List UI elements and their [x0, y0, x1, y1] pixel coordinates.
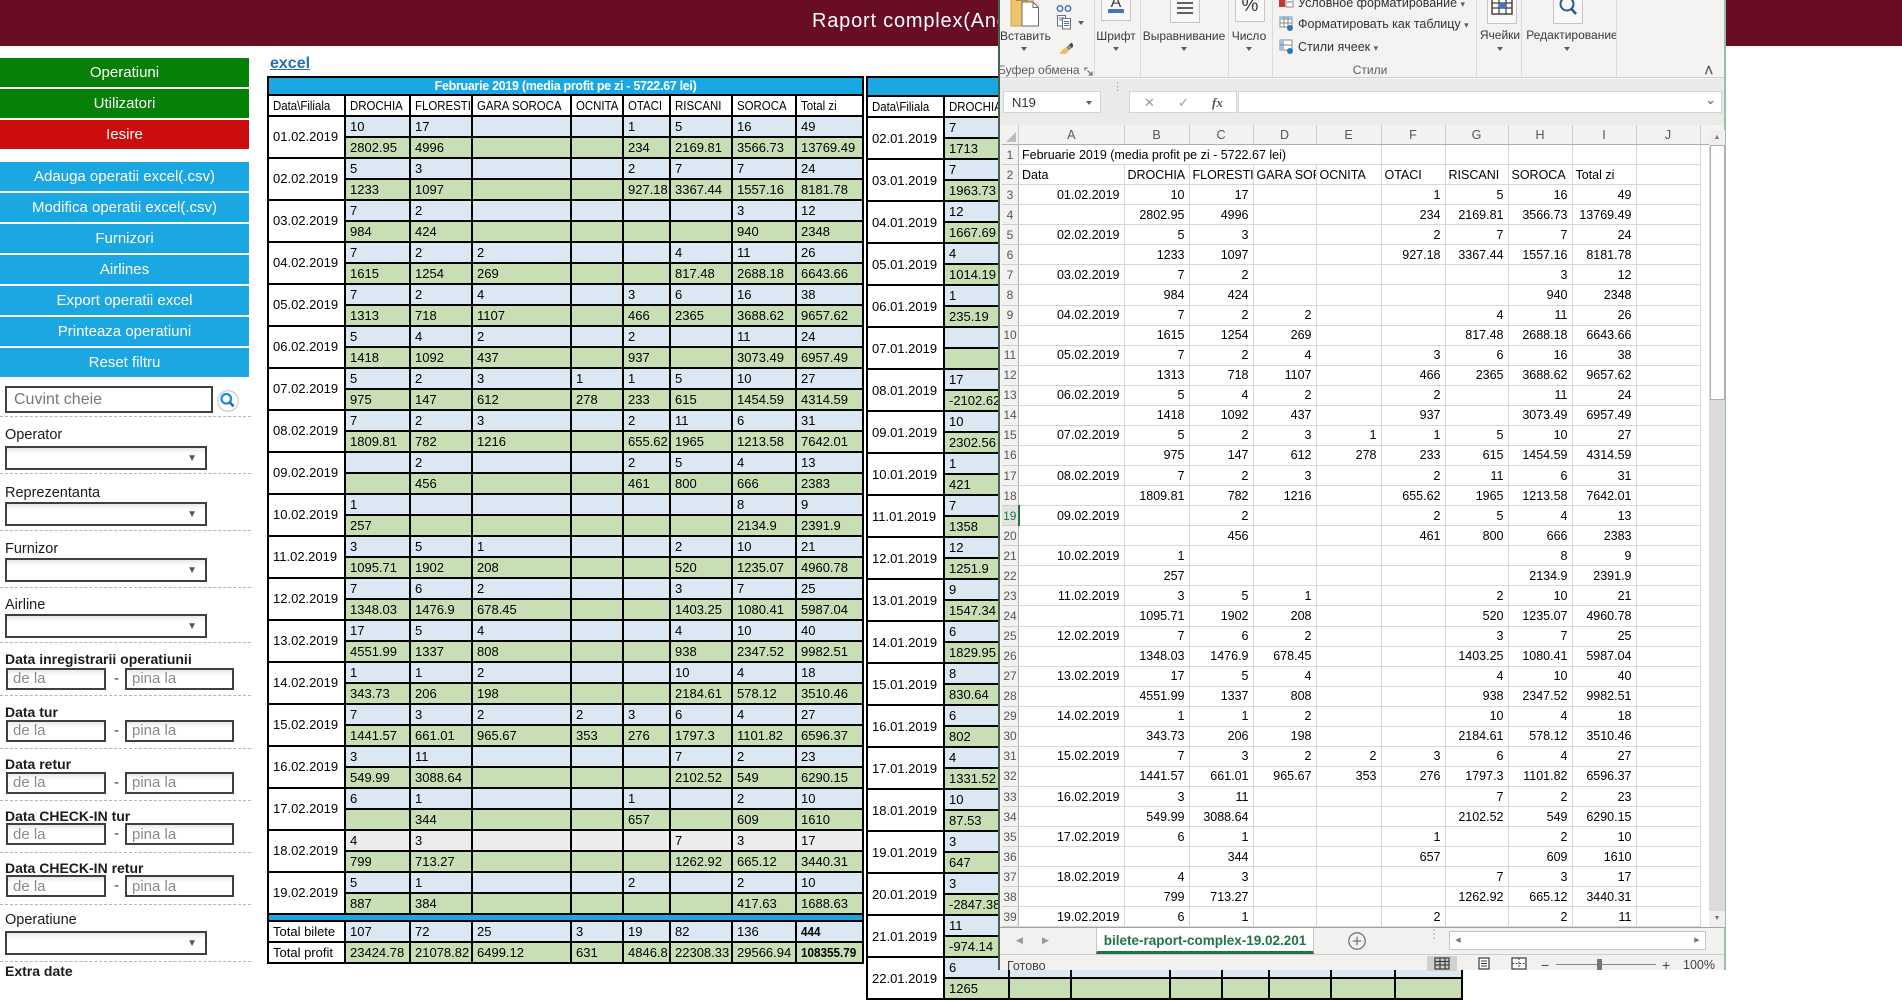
- svg-text:%: %: [1242, 0, 1259, 16]
